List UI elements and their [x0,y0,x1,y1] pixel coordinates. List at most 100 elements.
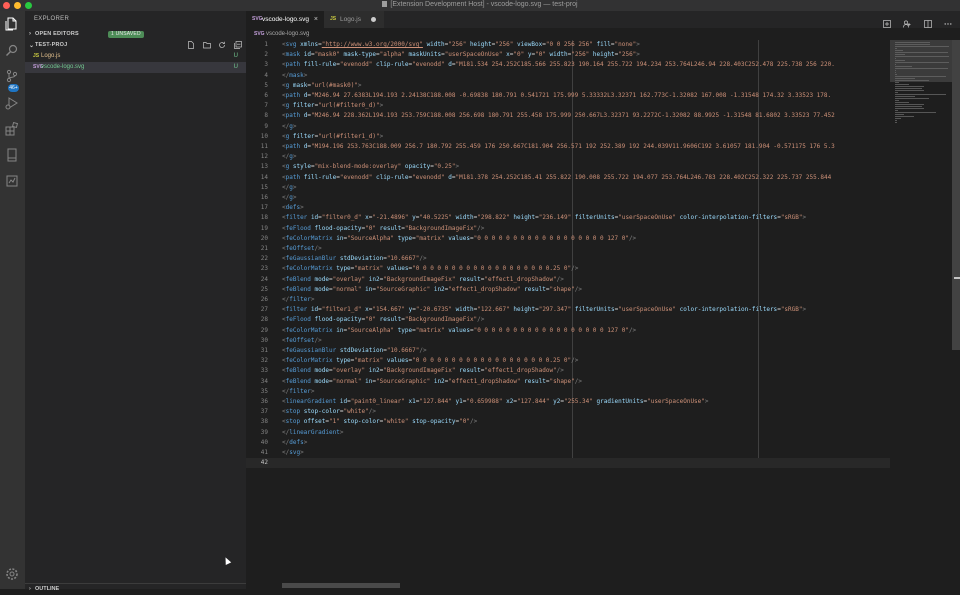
code-line[interactable]: 33 <feBlend mode="overlay" in2="Backgroun… [246,366,890,376]
line-content: <path d="M246.94 27.6383L194.193 2.24138… [282,92,832,99]
code-line[interactable]: 26 </filter> [246,295,890,305]
line-content: <feColorMatrix in="SourceAlpha" type="ma… [282,234,637,242]
code-line[interactable]: 16 </g> [246,193,890,203]
code-line[interactable]: 30 <feOffset/> [246,336,890,346]
code-line[interactable]: 42 [246,458,890,469]
code-line[interactable]: 18 <filter id="filter0_d" x="-21.4896" y=… [246,213,890,223]
line-content: <path fill-rule="evenodd" clip-rule="eve… [282,61,835,69]
line-number: 35 [260,387,268,395]
code-line[interactable]: 34 <feBlend mode="normal" in="SourceGraph… [246,377,890,387]
code-line[interactable]: 11 <path d="M194.196 253.763C188.009 256.… [246,142,890,152]
code-line[interactable]: 35 </filter> [246,387,890,397]
split-editor-icon[interactable] [923,20,932,28]
notebook-icon[interactable] [5,148,19,162]
minimap-line [895,120,898,121]
line-number: 36 [260,398,268,405]
code-line[interactable]: 22 <feGaussianBlur stdDeviation="10.6667"… [246,254,890,264]
project-section[interactable]: ⌄ TEST-PROJ [25,40,246,51]
code-line[interactable]: 14 <path fill-rule="evenodd" clip-rule="e… [246,173,890,183]
line-number: 3 [264,61,268,69]
code-line[interactable]: 8 <path d="M246.94 228.362L194.193 253.75… [246,111,890,121]
code-line[interactable]: 29 <feColorMatrix in="SourceAlpha" type="… [246,326,890,336]
code-line[interactable]: 38 <stop offset="1" stop-color="white" st… [246,417,890,427]
close-icon[interactable]: × [314,11,318,28]
line-content: <feFlood flood-opacity="0" result="Backg… [282,316,485,324]
minimap-line [895,56,949,57]
code-line[interactable]: 37 <stop stop-color="white"/> [246,407,890,417]
unsaved-dot-icon[interactable] [371,17,376,22]
code-line[interactable]: 27 <filter id="filter1_d" x="154.667" y="… [246,305,890,315]
file-item-vscode-logo-svg[interactable]: SVG vscode-logo.svg U [25,62,246,73]
line-number: 18 [260,214,268,222]
source-control-icon[interactable] [5,69,19,83]
open-changes-icon[interactable] [882,20,891,28]
code-line[interactable]: 19 <feFlood flood-opacity="0" result="Bac… [246,224,890,234]
code-line[interactable]: 23 <feColorMatrix type="matrix" values="0… [246,264,890,274]
scrollbar-thumb[interactable] [952,40,960,350]
code-line[interactable]: 20 <feColorMatrix in="SourceAlpha" type="… [246,234,890,244]
code-line[interactable]: 12 </g> [246,152,890,162]
code-line[interactable]: 40 </defs> [246,438,890,448]
minimap-line [895,80,930,81]
explorer-icon[interactable] [5,17,19,31]
open-editors-section[interactable]: › OPEN EDITORS 1 UNSAVED [25,29,246,40]
minimap-line [895,52,949,53]
code-line[interactable]: 3 <path fill-rule="evenodd" clip-rule="ev… [246,60,890,70]
collapse-all-icon[interactable] [234,41,242,49]
vertical-scrollbar[interactable] [952,40,960,589]
code-line[interactable]: 6 <path d="M246.94 27.6383L194.193 2.2413… [246,91,890,101]
search-icon[interactable] [5,43,19,57]
code-line[interactable]: 1 <svg xmlns="http://www.w3.org/2000/svg"… [246,40,890,50]
code-line[interactable]: 13 <g style="mix-blend-mode:overlay" opac… [246,162,890,172]
line-number: 39 [260,428,268,436]
minimap-line [895,100,899,101]
line-content: <feOffset/> [282,336,322,344]
horizontal-scrollbar[interactable] [282,583,400,588]
code-line[interactable]: 7 <g filter="url(#filter0_d)"> [246,101,890,111]
minimap-line [895,48,898,49]
line-number: 38 [260,418,268,426]
minimap-line [895,78,915,79]
code-line[interactable]: 15 </g> [246,183,890,193]
gear-icon[interactable] [5,567,19,581]
test-icon[interactable] [5,174,19,188]
code-line[interactable]: 25 <feBlend mode="normal" in="SourceGraph… [246,285,890,295]
refresh-icon[interactable] [218,41,226,49]
code-line[interactable]: 32 <feColorMatrix type="matrix" values="0… [246,356,890,366]
new-file-icon[interactable] [187,41,195,49]
new-folder-icon[interactable] [202,41,211,49]
code-line[interactable]: 17 <defs> [246,203,890,213]
minimap[interactable] [890,40,952,585]
file-item-logo-js[interactable]: JS Logo.js U [25,51,246,62]
line-number: 26 [260,296,268,303]
code-line[interactable]: 9 </g> [246,122,890,132]
code-line[interactable]: 36 <linearGradient id="paint0_linear" x1=… [246,397,890,407]
code-line[interactable]: 4 </mask> [246,71,890,81]
tab-vscode-logo-svg[interactable]: SVG vscode-logo.svg × [246,11,324,28]
code-line[interactable]: 28 <feFlood flood-opacity="0" result="Bac… [246,315,890,325]
line-content: </defs> [282,438,308,446]
breadcrumb-file[interactable]: vscode-logo.svg [266,31,309,37]
code-editor[interactable]: 1 <svg xmlns="http://www.w3.org/2000/svg"… [246,40,890,580]
live-share-icon[interactable] [903,20,911,28]
minimap-line [895,74,898,75]
code-line[interactable]: 31 <feGaussianBlur stdDeviation="10.6667"… [246,346,890,356]
run-debug-icon[interactable] [5,96,19,110]
line-content: </mask> [282,71,308,79]
minimap-line [895,92,899,93]
line-content: </g> [282,122,297,130]
minimap-line [895,82,899,83]
outline-section[interactable]: › OUTLINE [25,583,246,595]
breadcrumb[interactable]: SVG vscode-logo.svg [246,28,960,40]
more-actions-icon[interactable] [944,20,952,28]
code-line[interactable]: 24 <feBlend mode="overlay" in2="Backgroun… [246,275,890,285]
code-line[interactable]: 21 <feOffset/> [246,244,890,254]
code-line[interactable]: 39 </linearGradient> [246,428,890,438]
tab-logo-js[interactable]: JS Logo.js [324,11,384,28]
code-line[interactable]: 5 <g mask="url(#mask0)"> [246,81,890,91]
code-line[interactable]: 2 <mask id="mask0" mask-type="alpha" mask… [246,50,890,60]
code-line[interactable]: 41 </svg> [246,448,890,458]
line-number: 25 [260,285,268,293]
extensions-icon[interactable] [5,122,19,136]
code-line[interactable]: 10 <g filter="url(#filter1_d)"> [246,132,890,142]
